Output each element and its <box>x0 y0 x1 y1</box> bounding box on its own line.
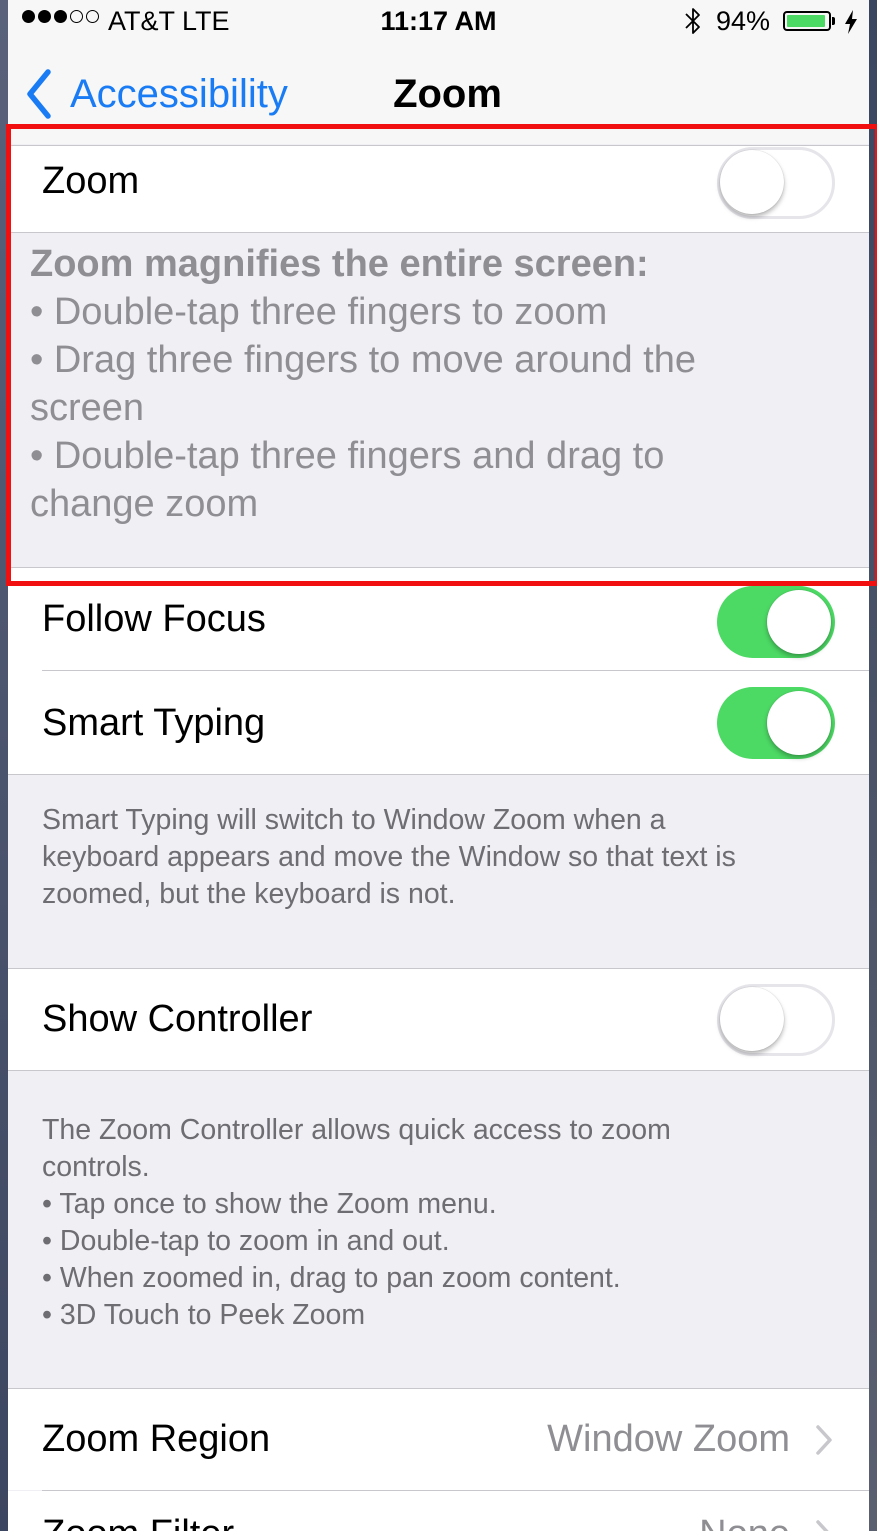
toggle-knob <box>767 691 831 755</box>
separator <box>8 232 869 233</box>
smart-typing-footer: Smart Typing will switch to Window Zoom … <box>42 802 842 913</box>
battery-percentage: 94% <box>716 6 771 36</box>
chevron-right-icon <box>816 1425 832 1455</box>
footer-line: zoomed, but the keyboard is not. <box>42 878 456 910</box>
show-controller-toggle[interactable] <box>717 984 835 1056</box>
zoom-description-line: • Drag three fingers to move around the <box>30 339 697 381</box>
page-title: Zoom <box>393 72 502 116</box>
bluetooth-icon <box>685 8 700 34</box>
zoom-filter-label: Zoom Filter <box>42 1513 234 1531</box>
toggle-knob <box>720 987 784 1051</box>
toggle-knob <box>720 150 784 214</box>
zoom-filter-value: None <box>528 1513 790 1531</box>
toggle-knob <box>767 590 831 654</box>
follow-focus-label: Follow Focus <box>42 598 266 640</box>
footer-line: controls. <box>42 1151 150 1183</box>
status-bar: AT&T LTE 11:17 AM 94% <box>8 0 869 44</box>
smart-typing-label: Smart Typing <box>42 702 266 744</box>
settings-screen: AT&T LTE 11:17 AM 94% Accessibility Zoom… <box>8 0 869 1531</box>
separator <box>8 1070 869 1071</box>
footer-line: • 3D Touch to Peek Zoom <box>42 1299 366 1331</box>
zoom-toggle[interactable] <box>717 147 835 219</box>
zoom-row: Zoom <box>8 146 869 232</box>
zoom-description: Zoom magnifies the entire screen: • Doub… <box>30 240 850 528</box>
zoom-region-value: Window Zoom <box>547 1418 790 1460</box>
zoom-label: Zoom <box>42 160 140 202</box>
smart-typing-toggle[interactable] <box>717 687 835 759</box>
battery-icon <box>783 11 831 31</box>
zoom-description-line: • Double-tap three fingers to zoom <box>30 291 608 333</box>
smart-typing-row: Smart Typing <box>8 671 869 774</box>
show-controller-row: Show Controller <box>8 969 869 1070</box>
separator <box>8 774 869 775</box>
zoom-description-line: • Double-tap three fingers and drag to <box>30 435 665 477</box>
zoom-description-line: change zoom <box>30 483 259 525</box>
footer-line: Smart Typing will switch to Window Zoom … <box>42 804 666 836</box>
charging-icon <box>845 10 857 34</box>
footer-line: The Zoom Controller allows quick access … <box>42 1114 671 1146</box>
footer-line: keyboard appears and move the Window so … <box>42 841 736 873</box>
footer-line: • Double-tap to zoom in and out. <box>42 1225 450 1257</box>
zoom-filter-row[interactable]: Zoom Filter None <box>8 1491 869 1531</box>
zoom-region-label: Zoom Region <box>42 1418 271 1460</box>
zoom-description-line: screen <box>30 387 145 429</box>
follow-focus-toggle[interactable] <box>717 586 835 658</box>
chevron-right-icon <box>816 1520 829 1531</box>
show-controller-label: Show Controller <box>42 998 313 1040</box>
zoom-region-row[interactable]: Zoom Region Window Zoom <box>8 1389 869 1490</box>
footer-line: • When zoomed in, drag to pan zoom conte… <box>42 1262 621 1294</box>
zoom-description-heading: Zoom magnifies the entire screen: <box>30 243 649 285</box>
follow-focus-row: Follow Focus <box>8 568 869 671</box>
controller-footer: The Zoom Controller allows quick access … <box>42 1112 842 1334</box>
navigation-bar: Accessibility Zoom <box>8 44 869 144</box>
footer-line: • Tap once to show the Zoom menu. <box>42 1188 497 1220</box>
